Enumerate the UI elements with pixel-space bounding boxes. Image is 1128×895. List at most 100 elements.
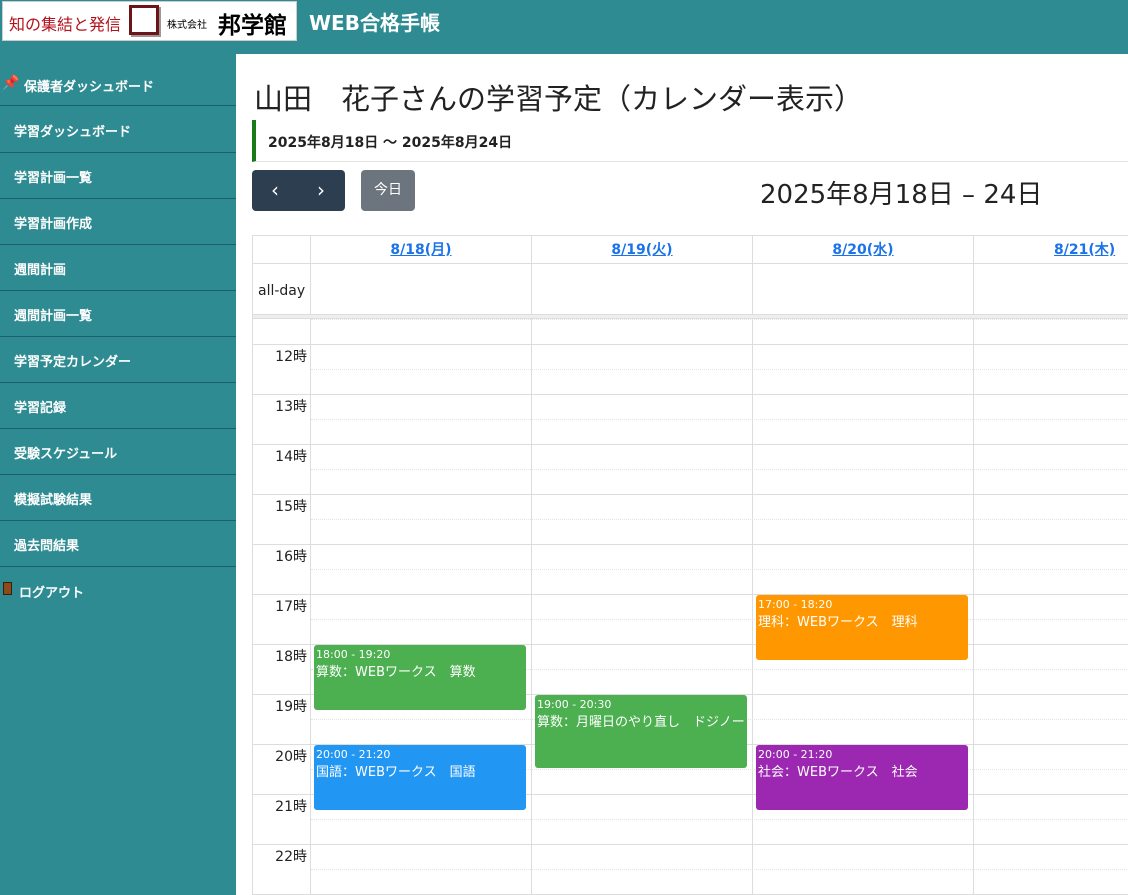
app-title: WEB合格手帳 <box>309 11 440 35</box>
column-divider <box>973 319 974 895</box>
half-hour-gridline <box>311 319 1128 320</box>
time-axis-header <box>253 236 311 264</box>
allday-cell[interactable] <box>974 264 1128 314</box>
half-hour-gridline <box>311 869 1128 870</box>
hour-label: 17時 <box>275 599 307 615</box>
hour-gridline <box>253 494 1128 495</box>
half-hour-gridline <box>311 619 1128 620</box>
sidebar-item-label: 受験スケジュール <box>14 447 118 462</box>
calendar-event[interactable]: 18:00 - 19:20 算数：WEBワークス 算数 <box>314 645 526 710</box>
column-divider <box>531 319 532 895</box>
main-content: 山田 花子さんの学習予定（カレンダー表示） 2025年8月18日 〜 2025年… <box>236 54 1128 895</box>
sidebar-item-study-plan-create[interactable]: 学習計画作成 <box>0 199 236 245</box>
sidebar-item-label: 過去問結果 <box>14 539 80 554</box>
hour-gridline <box>253 344 1128 345</box>
sidebar-item-study-calendar[interactable]: 学習予定カレンダー <box>0 337 236 383</box>
half-hour-gridline <box>311 519 1128 520</box>
sidebar-item-label: 学習計画一覧 <box>14 171 93 186</box>
calendar-event[interactable]: 19:00 - 20:30 算数：月曜日のやり直し ドジノート <box>535 695 747 768</box>
hour-gridline <box>253 844 1128 845</box>
half-hour-gridline <box>311 819 1128 820</box>
calendar-title: 2025年8月18日 – 24日 <box>760 180 1043 210</box>
hour-gridline <box>253 594 1128 595</box>
logo-company-name: 邦学館 <box>218 12 287 39</box>
hour-gridline <box>253 544 1128 545</box>
today-button[interactable]: 今日 <box>361 170 415 211</box>
event-time: 20:00 - 21:20 <box>758 748 833 761</box>
event-title: 理科：WEBワークス 理科 <box>758 615 918 630</box>
sidebar-item-mock-exam-results[interactable]: 模擬試験結果 <box>0 475 236 521</box>
event-time: 19:00 - 20:30 <box>537 698 612 711</box>
prev-week-button[interactable]: ‹ <box>252 170 298 211</box>
logo-company-prefix: 株式会社 <box>167 20 207 31</box>
half-hour-gridline <box>311 369 1128 370</box>
hour-label: 13時 <box>275 399 307 415</box>
sidebar-item-label: 学習計画作成 <box>14 217 93 232</box>
half-hour-gridline <box>311 419 1128 420</box>
hour-label: 20時 <box>275 749 307 765</box>
hour-label: 12時 <box>275 349 307 365</box>
logout-label: ログアウト <box>19 586 85 601</box>
sidebar-item-label: 週間計画一覧 <box>14 309 93 324</box>
sidebar: 📌 保護者ダッシュボード 学習ダッシュボード 学習計画一覧 学習計画作成 週間計… <box>0 54 236 895</box>
event-title: 算数：WEBワークス 算数 <box>316 665 476 680</box>
sidebar-item-exam-schedule[interactable]: 受験スケジュール <box>0 429 236 475</box>
hour-label: 19時 <box>275 699 307 715</box>
sidebar-item-past-exam-results[interactable]: 過去問結果 <box>0 521 236 567</box>
sidebar-item-label: 学習記録 <box>14 401 67 416</box>
event-time: 18:00 - 19:20 <box>316 648 391 661</box>
week-nav-group: ‹ › <box>252 170 345 211</box>
page-title: 山田 花子さんの学習予定（カレンダー表示） <box>254 82 864 116</box>
chevron-right-icon: › <box>317 178 325 202</box>
allday-cell[interactable] <box>311 264 532 314</box>
day-header-thu[interactable]: 8/21(木) <box>974 236 1128 264</box>
sidebar-item-parent-dashboard[interactable]: 📌 保護者ダッシュボード <box>0 68 236 106</box>
event-title: 算数：月曜日のやり直し ドジノート <box>537 715 747 730</box>
top-header: 知の集結と発信 株式会社 邦学館 WEB合格手帳 <box>0 0 1128 54</box>
chevron-left-icon: ‹ <box>271 178 279 202</box>
half-hour-gridline <box>311 469 1128 470</box>
sidebar-item-label: 模擬試験結果 <box>14 493 93 508</box>
hour-label: 21時 <box>275 799 307 815</box>
pushpin-icon: 📌 <box>2 75 20 91</box>
sidebar-item-study-records[interactable]: 学習記録 <box>0 383 236 429</box>
column-divider <box>752 319 753 895</box>
event-time: 17:00 - 18:20 <box>758 598 833 611</box>
half-hour-gridline <box>311 569 1128 570</box>
sidebar-item-weekly-plan[interactable]: 週間計画 <box>0 245 236 291</box>
event-title: 国語：WEBワークス 国語 <box>316 765 476 780</box>
sidebar-item-study-dashboard[interactable]: 学習ダッシュボード <box>0 107 236 153</box>
sidebar-item-label: 保護者ダッシュボード <box>24 80 155 95</box>
week-calendar: 8/18(月) 8/19(火) 8/20(水) 8/21(木) all-day … <box>252 235 1128 895</box>
date-range-text: 2025年8月18日 〜 2025年8月24日 <box>268 135 513 151</box>
sidebar-item-label: 学習ダッシュボード <box>14 125 132 140</box>
sidebar-item-label: 週間計画 <box>14 263 67 278</box>
door-icon <box>3 582 12 595</box>
day-header-tue[interactable]: 8/19(火) <box>532 236 753 264</box>
date-range-banner: 2025年8月18日 〜 2025年8月24日 <box>252 120 1128 162</box>
column-divider <box>310 319 311 895</box>
event-title: 社会：WEBワークス 社会 <box>758 765 918 780</box>
day-header-mon[interactable]: 8/18(月) <box>311 236 532 264</box>
hour-gridline <box>253 394 1128 395</box>
allday-cell[interactable] <box>753 264 974 314</box>
logout-link[interactable]: ログアウト <box>0 574 236 608</box>
allday-axis-cell <box>253 264 311 314</box>
calendar-event[interactable]: 20:00 - 21:20 国語：WEBワークス 国語 <box>314 745 526 810</box>
day-header-wed[interactable]: 8/20(水) <box>753 236 974 264</box>
hour-label: 15時 <box>275 499 307 515</box>
calendar-event[interactable]: 20:00 - 21:20 社会：WEBワークス 社会 <box>756 745 968 810</box>
hour-label: 16時 <box>275 549 307 565</box>
next-week-button[interactable]: › <box>298 170 344 211</box>
allday-cell[interactable] <box>532 264 753 314</box>
hour-label: 14時 <box>275 449 307 465</box>
event-time: 20:00 - 21:20 <box>316 748 391 761</box>
sidebar-item-study-plan-list[interactable]: 学習計画一覧 <box>0 153 236 199</box>
logo-mark <box>129 5 159 35</box>
sidebar-item-label: 学習予定カレンダー <box>14 355 132 370</box>
calendar-event[interactable]: 17:00 - 18:20 理科：WEBワークス 理科 <box>756 595 968 660</box>
company-logo[interactable]: 知の集結と発信 株式会社 邦学館 <box>2 1 297 41</box>
hour-label: 18時 <box>275 649 307 665</box>
sidebar-item-weekly-plan-list[interactable]: 週間計画一覧 <box>0 291 236 337</box>
hour-label: 22時 <box>275 849 307 865</box>
